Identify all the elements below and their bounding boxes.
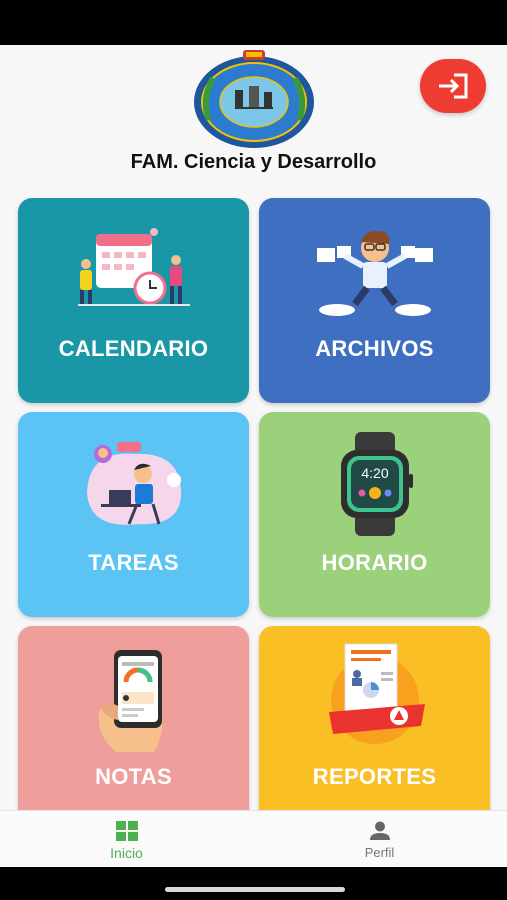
tile-label: HORARIO: [321, 550, 428, 575]
school-logo: [194, 50, 314, 148]
watch-time: 4:20: [361, 465, 388, 481]
header: FAM. Ciencia y Desarrollo: [0, 45, 507, 195]
nav-perfil[interactable]: Perfil: [253, 811, 506, 867]
logout-button[interactable]: [420, 59, 486, 113]
files-illustration: [316, 231, 433, 316]
tasks-illustration: [86, 442, 181, 525]
smartwatch-illustration: 4:20: [340, 432, 413, 536]
nav-label: Inicio: [110, 845, 143, 861]
tile-label: TAREAS: [88, 550, 179, 575]
tile-label: NOTAS: [95, 764, 172, 789]
tile-reportes[interactable]: REPORTES: [259, 626, 490, 831]
logout-icon: [439, 73, 468, 99]
tile-horario[interactable]: 4:20 HORARIO: [259, 412, 490, 617]
tile-label: REPORTES: [312, 764, 437, 789]
person-icon: [369, 821, 390, 840]
tile-tareas[interactable]: TAREAS: [18, 412, 249, 617]
tile-calendario[interactable]: CALENDARIO: [18, 198, 249, 403]
nav-inicio[interactable]: Inicio: [0, 811, 253, 867]
calendar-illustration: [77, 228, 190, 306]
nav-label: Perfil: [364, 845, 395, 860]
grades-phone-illustration: [98, 650, 162, 752]
home-indicator[interactable]: [165, 887, 345, 892]
app-screen: FAM. Ciencia y Desarrollo CALENDARIO ARC…: [0, 45, 507, 867]
grid-icon: [115, 821, 138, 841]
tile-label: ARCHIVOS: [315, 336, 434, 361]
tile-archivos[interactable]: ARCHIVOS: [259, 198, 490, 403]
tile-label: CALENDARIO: [58, 336, 209, 361]
report-illustration: [328, 643, 425, 744]
page-title: FAM. Ciencia y Desarrollo: [130, 151, 377, 173]
bottom-navigation: Inicio Perfil: [0, 810, 507, 867]
tile-notas[interactable]: NOTAS: [18, 626, 249, 831]
